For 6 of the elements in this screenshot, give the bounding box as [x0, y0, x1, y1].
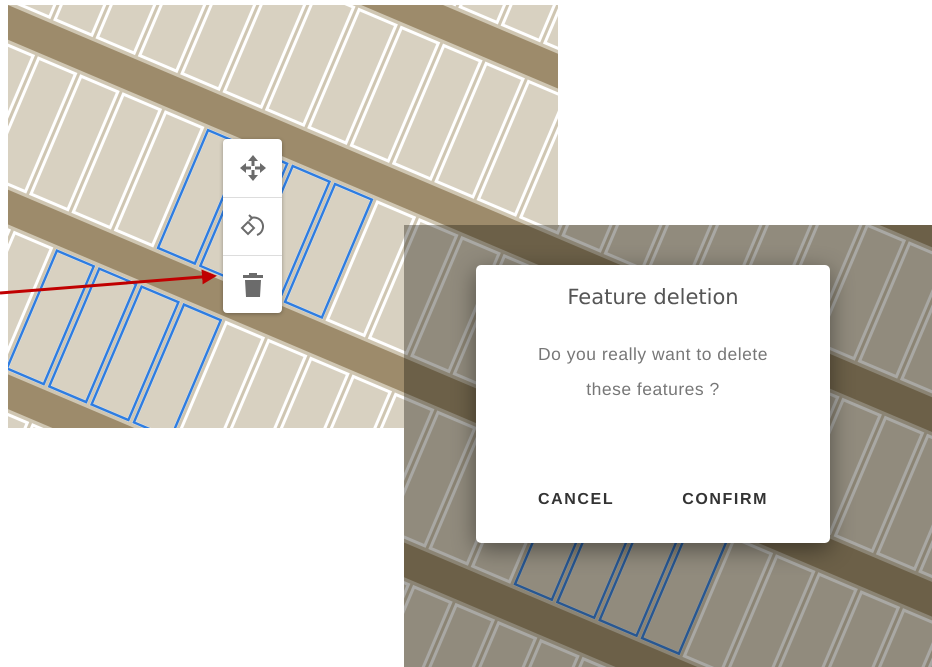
dialog-action-button[interactable]: CANCEL	[524, 483, 628, 517]
dialog-title: Feature deletion	[567, 285, 739, 309]
move-arrows-icon	[238, 154, 266, 182]
dialog-message: Do you really want to delete these features ?	[537, 343, 769, 401]
trash-icon	[242, 272, 262, 296]
dialog-action-button[interactable]: CONFIRM	[668, 483, 782, 517]
